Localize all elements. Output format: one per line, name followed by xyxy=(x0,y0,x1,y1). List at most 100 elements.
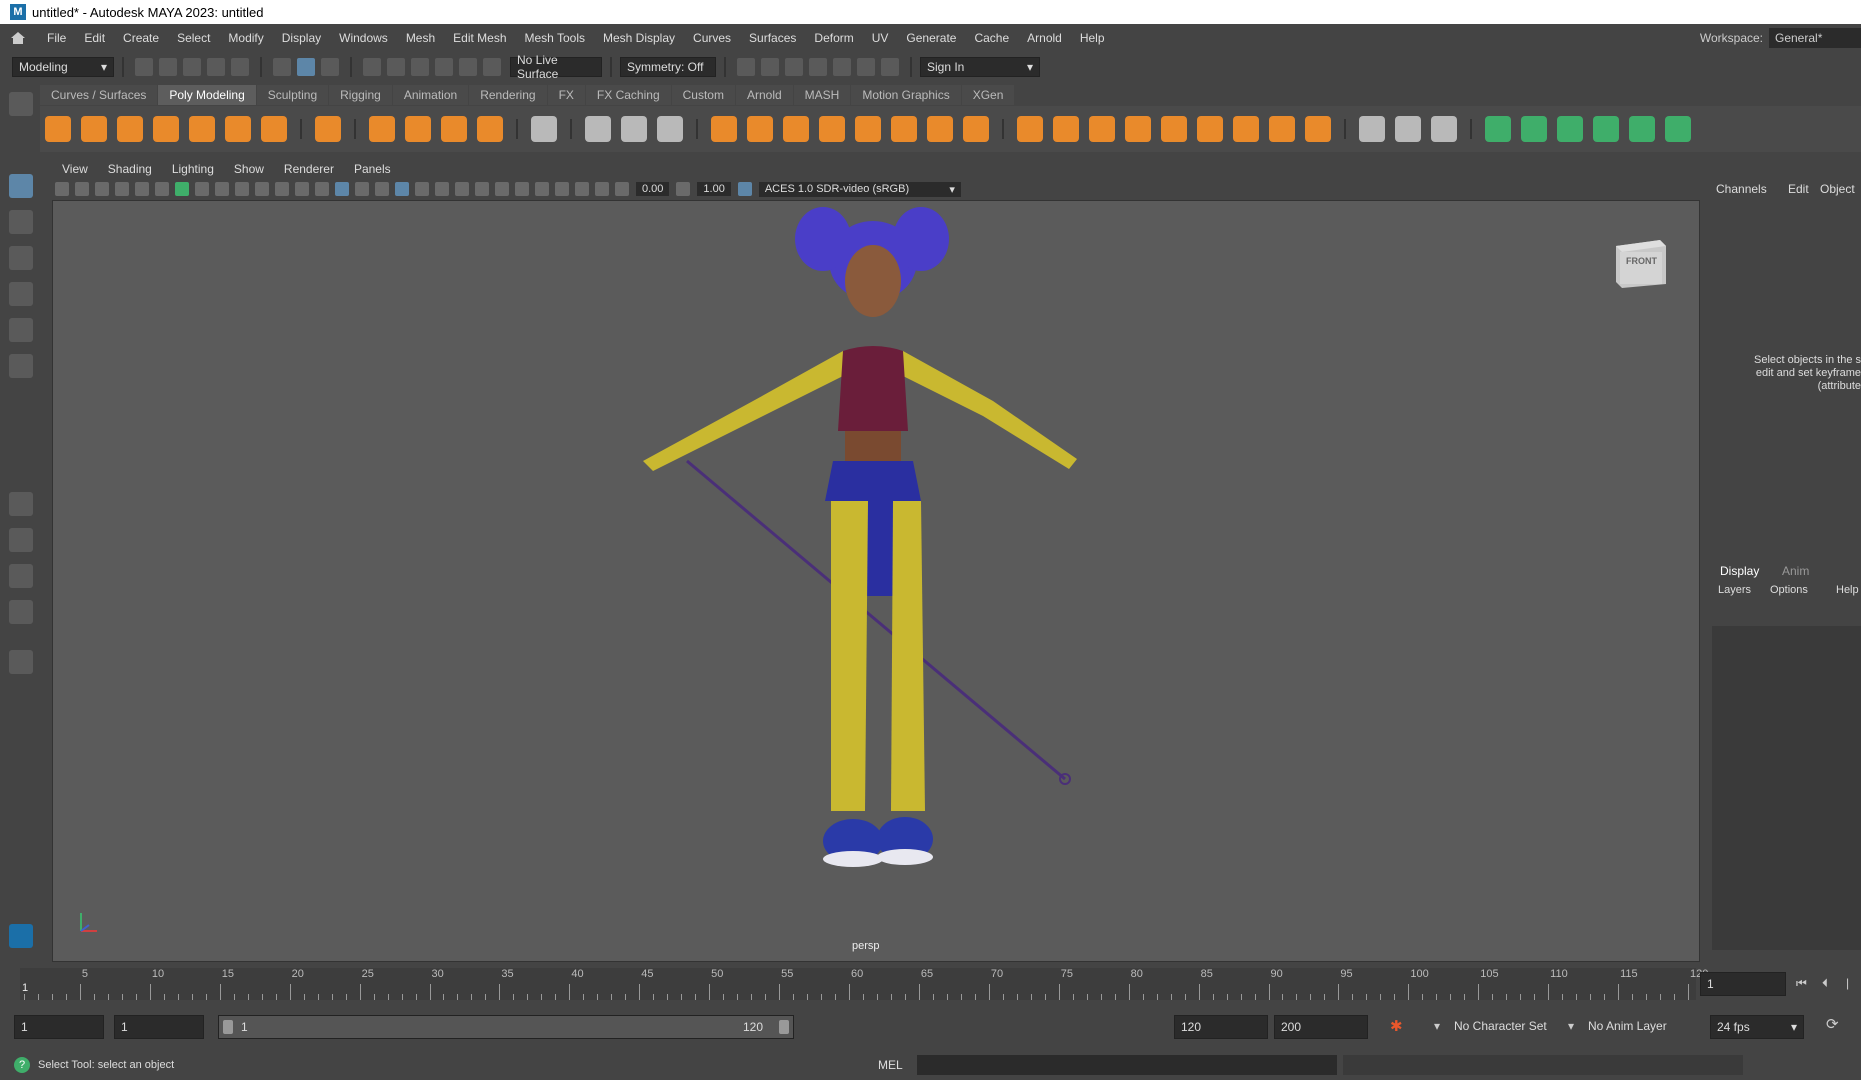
camera-attributes-icon[interactable] xyxy=(75,182,89,196)
backface-culling-icon[interactable] xyxy=(595,182,609,196)
viewport-menu-lighting[interactable]: Lighting xyxy=(162,162,224,176)
auto-key-icon[interactable]: ✱ xyxy=(1390,1017,1403,1035)
edge-loop-icon[interactable] xyxy=(1395,116,1421,142)
view-transform-dropdown[interactable]: ACES 1.0 SDR-video (sRGB) ▾ xyxy=(758,181,961,197)
viewport-menu-show[interactable]: Show xyxy=(224,162,274,176)
merge-icon[interactable] xyxy=(1197,116,1223,142)
shelf-tab-fx-caching[interactable]: FX Caching xyxy=(585,85,671,105)
snap-point-icon[interactable] xyxy=(411,58,429,76)
menu-mesh-tools[interactable]: Mesh Tools xyxy=(516,31,594,45)
open-scene-icon[interactable] xyxy=(159,58,177,76)
resolution-gate-icon[interactable] xyxy=(215,182,229,196)
sign-in-dropdown[interactable]: Sign In ▾ xyxy=(920,57,1040,77)
shelf-tab-animation[interactable]: Animation xyxy=(392,85,469,105)
animation-end-field[interactable]: 200 xyxy=(1274,1015,1368,1039)
command-input[interactable] xyxy=(916,1055,1337,1075)
playback-end-field[interactable]: 120 xyxy=(1174,1015,1268,1039)
menu-arnold[interactable]: Arnold xyxy=(1018,31,1071,45)
pause-icon[interactable] xyxy=(881,58,899,76)
snap-grid-icon[interactable] xyxy=(363,58,381,76)
anti-aliasing-icon[interactable] xyxy=(495,182,509,196)
measure-tool-icon[interactable] xyxy=(585,116,611,142)
exposure-icon[interactable] xyxy=(615,182,629,196)
quad-draw-icon[interactable] xyxy=(1431,116,1457,142)
platonic-solid-icon[interactable] xyxy=(315,116,341,142)
menu-help[interactable]: Help xyxy=(1071,31,1114,45)
snap-curve-icon[interactable] xyxy=(387,58,405,76)
snap-view-plane-icon[interactable] xyxy=(435,58,453,76)
command-language-toggle[interactable]: MEL xyxy=(878,1058,903,1072)
select-tool-icon[interactable] xyxy=(9,174,33,198)
two-pane-layout-icon[interactable] xyxy=(9,564,33,588)
camera-icon[interactable] xyxy=(55,182,69,196)
chevron-down-icon[interactable]: ▾ xyxy=(1568,1019,1574,1033)
poly-cone-icon[interactable] xyxy=(153,116,179,142)
anim-layer-dropdown[interactable]: No Anim Layer xyxy=(1582,1015,1686,1039)
motion-blur-icon[interactable] xyxy=(475,182,489,196)
single-perspective-layout-icon[interactable] xyxy=(9,492,33,516)
freeze-transform-icon[interactable] xyxy=(657,116,683,142)
time-slider[interactable]: 5 10 15 20 25 30 35 40 45 50 55 60 65 70 75 80 85 90 95 100… xyxy=(20,968,1708,1000)
collapse-icon[interactable] xyxy=(1233,116,1259,142)
layer-tab-display[interactable]: Display xyxy=(1720,564,1759,578)
move-tool-icon[interactable] xyxy=(9,282,33,306)
render-view-icon[interactable] xyxy=(737,58,755,76)
poly-torus-icon[interactable] xyxy=(189,116,215,142)
live-surface-field[interactable]: No Live Surface xyxy=(510,53,602,81)
svg-icon[interactable] xyxy=(477,116,503,142)
menu-deform[interactable]: Deform xyxy=(805,31,862,45)
shelf-tab-arnold[interactable]: Arnold xyxy=(735,85,793,105)
shelf-tab-xgen[interactable]: XGen xyxy=(961,85,1015,105)
viewport-menu-view[interactable]: View xyxy=(52,162,98,176)
playback-start-field[interactable]: 1 xyxy=(114,1015,204,1039)
layer-menu-layers[interactable]: Layers xyxy=(1718,584,1751,596)
render-settings-icon[interactable] xyxy=(809,58,827,76)
select-component-icon[interactable] xyxy=(321,58,339,76)
layer-tab-anim[interactable]: Anim xyxy=(1782,564,1809,578)
text-icon[interactable] xyxy=(441,116,467,142)
viewport-menu-shading[interactable]: Shading xyxy=(98,162,162,176)
viewport-menu-renderer[interactable]: Renderer xyxy=(274,162,344,176)
bridge-icon[interactable] xyxy=(1089,116,1115,142)
menu-windows[interactable]: Windows xyxy=(330,31,397,45)
film-gate-icon[interactable] xyxy=(195,182,209,196)
shelf-tab-rigging[interactable]: Rigging xyxy=(329,85,392,105)
textured-icon[interactable] xyxy=(395,182,409,196)
shelf-tab-mash[interactable]: MASH xyxy=(793,85,851,105)
paint-select-icon[interactable] xyxy=(9,246,33,270)
undo-icon[interactable] xyxy=(207,58,225,76)
menu-create[interactable]: Create xyxy=(114,31,168,45)
shelf-tab-motion-graphics[interactable]: Motion Graphics xyxy=(851,85,961,105)
depth-of-field-icon[interactable] xyxy=(515,182,529,196)
bevel-icon[interactable] xyxy=(1053,116,1079,142)
home-icon[interactable] xyxy=(10,31,26,45)
exposure-field[interactable]: 0.00 xyxy=(636,182,670,196)
shelf-tab-fx[interactable]: FX xyxy=(547,85,585,105)
range-slider[interactable]: 1 120 xyxy=(218,1015,794,1039)
field-chart-icon[interactable] xyxy=(255,182,269,196)
layer-menu-help[interactable]: Help xyxy=(1836,584,1859,596)
gamma-field[interactable]: 1.00 xyxy=(697,182,731,196)
current-frame-field[interactable]: 1 xyxy=(1700,972,1786,996)
grease-pencil-icon[interactable] xyxy=(155,182,169,196)
shelf-tab-poly-modeling[interactable]: Poly Modeling xyxy=(158,85,256,105)
bookmarks-icon[interactable] xyxy=(95,182,109,196)
menu-file[interactable]: File xyxy=(38,31,75,45)
menu-modify[interactable]: Modify xyxy=(219,31,272,45)
layout-uv-icon[interactable] xyxy=(1665,116,1691,142)
step-back-key-icon[interactable]: | xyxy=(1846,976,1849,990)
smooth-shade-icon[interactable] xyxy=(335,182,349,196)
arnold-render-icon[interactable] xyxy=(857,58,875,76)
layer-list[interactable] xyxy=(1712,626,1861,950)
cut-uv-icon[interactable] xyxy=(1593,116,1619,142)
snap-to-pivot-icon[interactable] xyxy=(621,116,647,142)
circularize-icon[interactable] xyxy=(1305,116,1331,142)
sweep-mesh-icon[interactable] xyxy=(405,116,431,142)
viewport-menu-panels[interactable]: Panels xyxy=(344,162,401,176)
grid-toggle-icon[interactable] xyxy=(175,182,189,196)
shelf-tab-rendering[interactable]: Rendering xyxy=(469,85,547,105)
layer-menu-options[interactable]: Options xyxy=(1770,584,1808,596)
super-shape-icon[interactable] xyxy=(369,116,395,142)
scale-tool-icon[interactable] xyxy=(9,354,33,378)
2d-pan-zoom-icon[interactable] xyxy=(135,182,149,196)
